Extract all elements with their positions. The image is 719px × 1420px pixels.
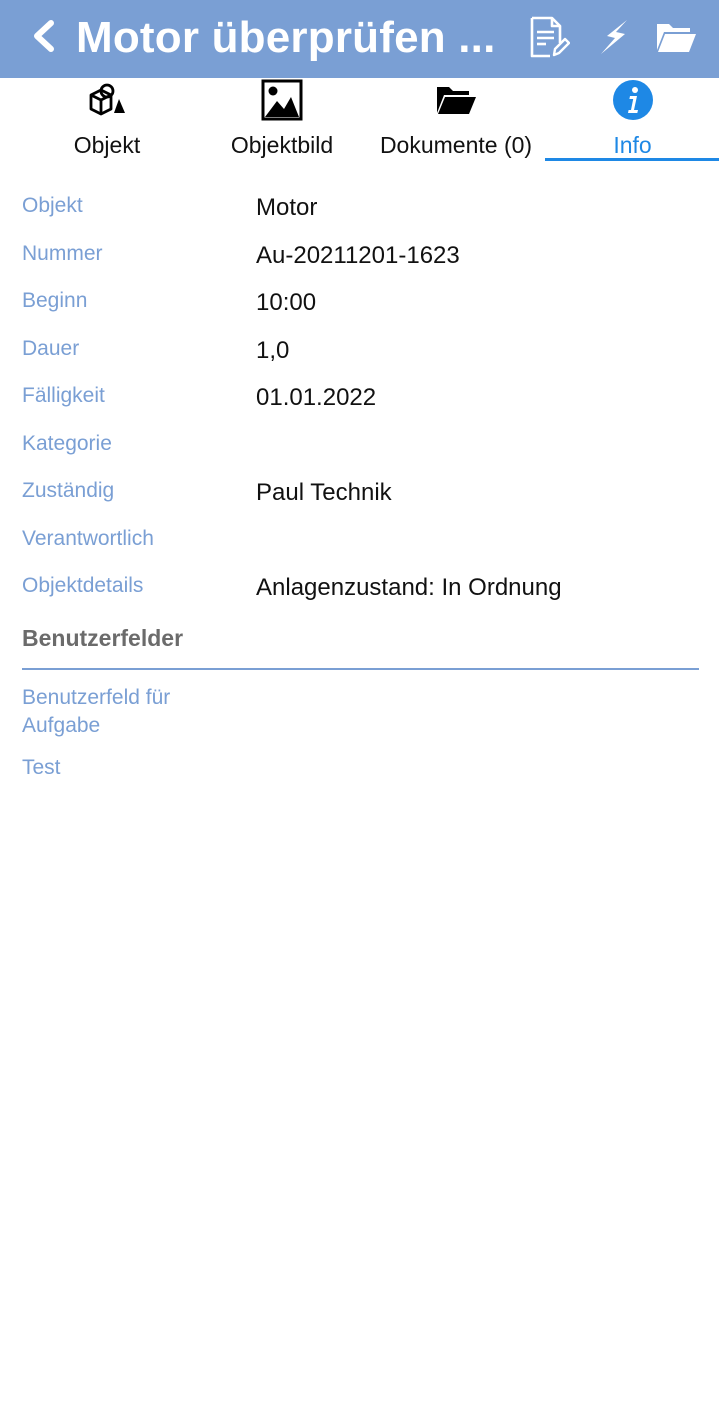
field-value: 1,0 xyxy=(256,337,290,364)
field-label: Objektdetails xyxy=(22,574,144,597)
tab-objektbild[interactable]: Objektbild xyxy=(222,78,342,164)
field-value: Paul Technik xyxy=(256,479,392,506)
field-value: Au-20211201-1623 xyxy=(256,242,460,269)
info-row-zustaendig: Zuständig Paul Technik xyxy=(0,469,719,509)
tab-bar: Objekt Objektbild Dokumente (0) Info xyxy=(0,78,719,164)
tab-label: Info xyxy=(613,132,652,158)
field-value: Motor xyxy=(256,194,318,221)
tab-label: Dokumente (0) xyxy=(379,132,533,158)
folder-open-icon[interactable] xyxy=(652,14,700,60)
field-label: Beginn xyxy=(22,289,88,312)
image-icon xyxy=(258,78,306,122)
field-label: Nummer xyxy=(22,242,103,265)
tab-dokumente[interactable]: Dokumente (0) xyxy=(372,78,540,164)
info-row-dauer: Dauer 1,0 xyxy=(0,327,719,367)
object-shapes-icon xyxy=(83,78,131,122)
tab-objekt[interactable]: Objekt xyxy=(47,78,167,164)
user-field-label-line: Test xyxy=(22,756,61,779)
field-label: Objekt xyxy=(22,194,83,217)
back-icon[interactable] xyxy=(22,12,66,60)
info-row-beginn: Beginn 10:00 xyxy=(0,279,719,319)
folder-open-icon xyxy=(432,78,480,122)
field-value: 01.01.2022 xyxy=(256,384,377,411)
field-label: Verantwortlich xyxy=(22,527,154,550)
section-title-benutzerfelder: Benutzerfelder xyxy=(22,625,184,651)
report-edit-icon[interactable] xyxy=(524,14,572,60)
header-bar: Motor überprüfen ... xyxy=(0,0,719,78)
field-value: 10:00 xyxy=(256,289,317,316)
user-field-label-line: Aufgabe xyxy=(22,714,101,737)
active-tab-indicator xyxy=(545,158,719,161)
user-field-label: Test xyxy=(22,754,61,782)
tab-label: Objektbild xyxy=(230,132,334,158)
info-row-verantwortlich: Verantwortlich xyxy=(0,517,719,557)
field-label: Fälligkeit xyxy=(22,384,105,407)
tab-label: Objekt xyxy=(73,132,141,158)
info-row-nummer: Nummer Au-20211201-1623 xyxy=(0,232,719,272)
info-row-objektdetails: Objektdetails Anlagenzustand: In Ordnung xyxy=(0,564,719,604)
user-field-label-line: Benutzerfeld für xyxy=(22,686,171,709)
flash-icon[interactable] xyxy=(590,14,638,60)
info-row-objekt: Objekt Motor xyxy=(0,184,719,224)
field-label: Zuständig xyxy=(22,479,115,502)
tab-info[interactable]: Info xyxy=(546,78,719,164)
user-field-label: Benutzerfeld für Aufgabe xyxy=(22,684,170,740)
field-value: Anlagenzustand: In Ordnung xyxy=(256,574,562,601)
app: Motor überprüfen ... Objekt Objektbild D… xyxy=(0,0,719,1420)
info-row-faelligkeit: Fälligkeit 01.01.2022 xyxy=(0,374,719,414)
field-label: Kategorie xyxy=(22,432,112,455)
page-title: Motor überprüfen ... xyxy=(76,13,496,62)
field-label: Dauer xyxy=(22,337,80,360)
info-icon xyxy=(609,78,657,122)
section-divider xyxy=(22,668,699,670)
info-row-kategorie: Kategorie xyxy=(0,422,719,462)
